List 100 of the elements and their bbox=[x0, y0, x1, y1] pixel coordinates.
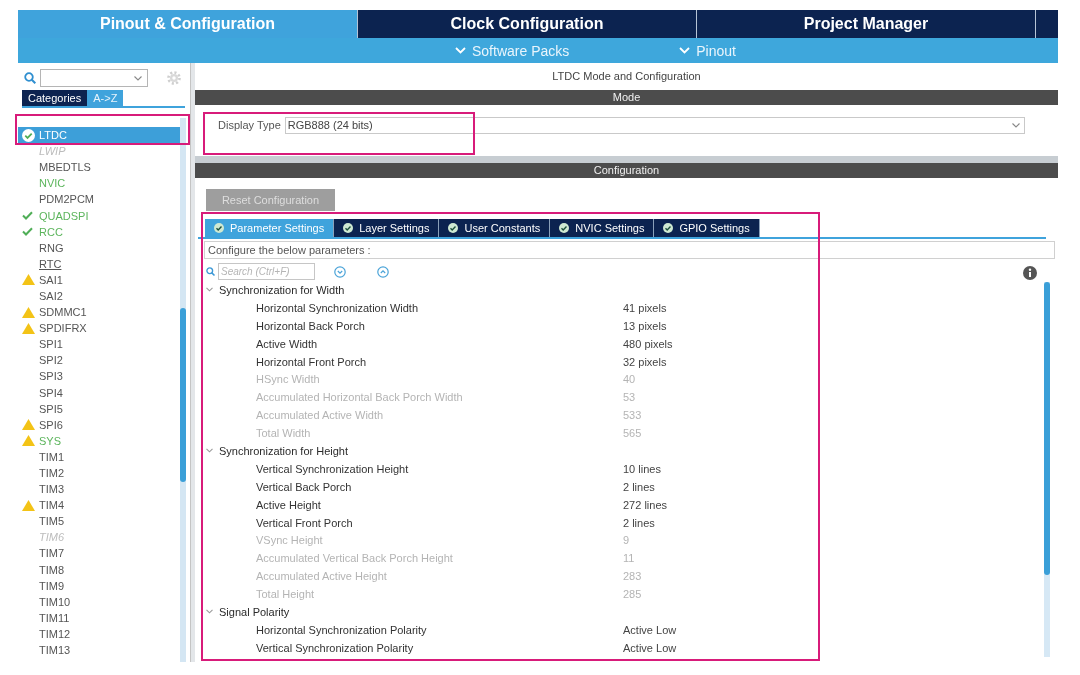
parameter-name: Horizontal Front Porch bbox=[256, 355, 367, 368]
sidebar-item[interactable]: TIM8 bbox=[18, 561, 180, 578]
caret-icon bbox=[1011, 123, 1020, 128]
parameter-name: Accumulated Active Width bbox=[256, 409, 384, 422]
sidebar-item[interactable]: PDM2PCM bbox=[18, 191, 180, 208]
sidebar-item[interactable]: SPI5 bbox=[18, 400, 180, 417]
section-header: Configuration bbox=[195, 163, 1058, 178]
parameter-name: Horizontal Synchronization Width bbox=[256, 301, 419, 314]
parameter-name: Accumulated Active Height bbox=[256, 570, 387, 583]
info-icon bbox=[1023, 265, 1037, 280]
scrollbar-thumb[interactable] bbox=[1044, 282, 1050, 575]
parameter-value[interactable]: Active Low bbox=[623, 623, 677, 636]
scrollbar-track[interactable] bbox=[1044, 282, 1050, 657]
sidebar-item[interactable]: TIM4 bbox=[18, 497, 180, 514]
settings-tab[interactable]: Layer Settings bbox=[334, 219, 440, 237]
check-circle-icon bbox=[343, 223, 354, 233]
panel-title: LTDC Mode and Configuration bbox=[552, 69, 701, 85]
parameter-name: Vertical Front Porch bbox=[256, 516, 353, 529]
sidebar-item[interactable]: RNG bbox=[18, 239, 180, 256]
sidebar-item[interactable]: SPI3 bbox=[18, 368, 180, 385]
parameter-name: Accumulated Vertical Back Porch Height bbox=[256, 552, 453, 565]
parameter-group[interactable]: Synchronization for Width bbox=[195, 281, 1044, 299]
sidebar-item[interactable]: MBEDTLS bbox=[18, 159, 180, 176]
settings-tab[interactable]: User Constants bbox=[439, 219, 551, 237]
caret-icon bbox=[134, 75, 142, 81]
scrollbar-track[interactable] bbox=[180, 118, 186, 662]
section-header: Mode bbox=[195, 90, 1058, 105]
parameter-name: Total Width bbox=[256, 427, 311, 440]
sidebar-item[interactable]: TIM11 bbox=[18, 609, 180, 626]
parameter-value: 9 bbox=[623, 534, 630, 547]
check-circle-icon bbox=[448, 223, 459, 233]
parameter-value[interactable]: 480 pixels bbox=[623, 337, 673, 350]
parameter-name: Horizontal Back Porch bbox=[256, 319, 365, 332]
settings-tab[interactable]: NVIC Settings bbox=[550, 219, 655, 237]
parameter-value[interactable]: 2 lines bbox=[623, 516, 655, 529]
parameter-value[interactable]: 2 lines bbox=[623, 480, 655, 493]
parameter-name: VSync Height bbox=[256, 534, 323, 547]
sidebar-item[interactable]: TIM10 bbox=[18, 593, 180, 610]
scrollbar-thumb[interactable] bbox=[180, 308, 186, 483]
parameter-name: HSync Width bbox=[256, 373, 320, 386]
search-icon bbox=[206, 267, 215, 276]
sidebar-tab[interactable]: Categories bbox=[22, 90, 88, 106]
parameter-value[interactable]: 41 pixels bbox=[623, 301, 667, 314]
parameter-value[interactable]: 10 lines bbox=[623, 462, 661, 475]
chevron-down-icon bbox=[206, 448, 213, 454]
sidebar-item[interactable]: TIM5 bbox=[18, 513, 180, 530]
sidebar-item[interactable]: TIM2 bbox=[18, 464, 180, 482]
parameter-value: 11 bbox=[623, 552, 635, 565]
circle-chevron-up-icon bbox=[377, 265, 389, 278]
parameter-name: Horizontal Synchronization Polarity bbox=[256, 623, 427, 636]
parameter-name: Vertical Synchronization Height bbox=[256, 462, 409, 475]
chevron-down-icon bbox=[679, 47, 691, 54]
parameter-value: 565 bbox=[623, 427, 642, 440]
search-field[interactable]: Search (Ctrl+F) bbox=[218, 263, 315, 280]
sidebar-item[interactable]: TIM7 bbox=[18, 545, 180, 562]
parameter-name: Vertical Back Porch bbox=[256, 480, 352, 493]
sidebar-item[interactable]: TIM9 bbox=[18, 577, 180, 594]
sidebar-item[interactable]: SAI1 bbox=[18, 271, 180, 288]
parameter-value: 533 bbox=[623, 409, 642, 422]
settings-tab[interactable]: GPIO Settings bbox=[654, 219, 760, 237]
hint-text: Configure the below parameters : bbox=[204, 241, 1055, 259]
sidebar-item[interactable]: SPI4 bbox=[18, 384, 180, 401]
sidebar-item[interactable]: RTC bbox=[18, 255, 180, 272]
field-label: Display Type bbox=[218, 118, 281, 134]
parameter-value[interactable]: 13 pixels bbox=[623, 319, 667, 332]
sidebar-item[interactable]: SPDIFRX bbox=[18, 320, 180, 337]
parameter-value[interactable]: Active Low bbox=[623, 641, 677, 654]
chevron-down-icon bbox=[206, 609, 213, 615]
sidebar-item[interactable]: TIM12 bbox=[18, 625, 180, 642]
search-combo-field[interactable] bbox=[40, 69, 148, 87]
parameter-value: 283 bbox=[623, 570, 642, 583]
parameter-name: Active Height bbox=[256, 498, 321, 511]
parameter-group[interactable]: Signal Polarity bbox=[195, 603, 1044, 621]
search-icon bbox=[24, 72, 36, 84]
parameter-value: 285 bbox=[623, 588, 642, 601]
parameter-value: 53 bbox=[623, 391, 636, 404]
sidebar-item[interactable]: TIM13 bbox=[18, 642, 180, 659]
sidebar-item[interactable]: SAI2 bbox=[18, 287, 180, 305]
gear-icon bbox=[167, 71, 181, 85]
parameter-group[interactable]: Synchronization for Height bbox=[195, 442, 1044, 460]
sidebar-item[interactable]: SPI2 bbox=[18, 352, 180, 369]
parameter-name: Total Height bbox=[256, 588, 315, 601]
sidebar-item[interactable]: SDMMC1 bbox=[18, 304, 180, 321]
circle-chevron-down-icon bbox=[334, 265, 346, 278]
parameter-value[interactable]: 32 pixels bbox=[623, 355, 667, 368]
check-circle-icon bbox=[559, 223, 570, 233]
parameter-name: Active Width bbox=[256, 337, 318, 350]
check-circle-icon bbox=[663, 223, 674, 233]
parameter-name: Vertical Synchronization Polarity bbox=[256, 641, 414, 654]
parameter-name: Accumulated Horizontal Back Porch Width bbox=[256, 391, 463, 404]
sidebar-item[interactable]: TIM3 bbox=[18, 481, 180, 498]
parameter-value: 40 bbox=[623, 373, 636, 386]
chevron-down-icon bbox=[455, 47, 466, 54]
sidebar-item[interactable]: SPI6 bbox=[18, 416, 180, 433]
parameter-value[interactable]: 272 lines bbox=[623, 498, 668, 511]
sidebar-item[interactable]: SPI1 bbox=[18, 336, 180, 353]
dropdown-field[interactable]: RGB888 (24 bits) bbox=[284, 117, 1025, 134]
check-circle-icon bbox=[214, 223, 224, 233]
sidebar-item[interactable]: TIM1 bbox=[18, 448, 180, 465]
chevron-down-icon bbox=[206, 287, 213, 293]
